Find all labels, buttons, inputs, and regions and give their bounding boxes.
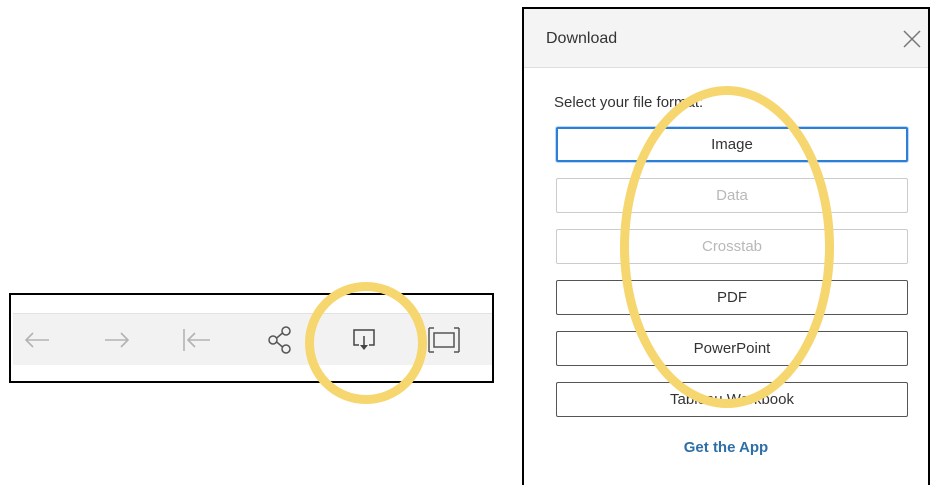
format-image-button[interactable]: Image	[556, 127, 908, 162]
undo-arrow-icon	[24, 332, 49, 348]
download-icon	[353, 329, 375, 350]
download-button[interactable]	[344, 320, 384, 360]
redo-button[interactable]	[97, 320, 137, 360]
redo-arrow-icon	[105, 332, 130, 348]
close-button[interactable]	[900, 27, 924, 51]
download-dialog: Download Select your file format: Image …	[522, 7, 930, 485]
dialog-title: Download	[546, 30, 618, 47]
close-icon	[903, 30, 921, 48]
format-tableau-workbook-button[interactable]: Tableau Workbook	[556, 382, 908, 417]
share-button[interactable]	[261, 320, 301, 360]
undo-button[interactable]	[17, 320, 57, 360]
full-screen-icon	[428, 327, 460, 353]
revert-button[interactable]	[177, 320, 217, 360]
toolbar-frame	[9, 293, 494, 383]
file-format-prompt: Select your file format:	[554, 94, 704, 111]
format-crosstab-button: Crosstab	[556, 229, 908, 264]
format-data-button: Data	[556, 178, 908, 213]
toolbar	[13, 313, 492, 365]
dialog-header: Download	[524, 9, 928, 68]
full-screen-button[interactable]	[424, 320, 464, 360]
revert-icon	[183, 329, 210, 351]
format-powerpoint-button[interactable]: PowerPoint	[556, 331, 908, 366]
get-the-app-link[interactable]: Get the App	[524, 439, 928, 456]
format-pdf-button[interactable]: PDF	[556, 280, 908, 315]
share-icon	[268, 326, 291, 354]
